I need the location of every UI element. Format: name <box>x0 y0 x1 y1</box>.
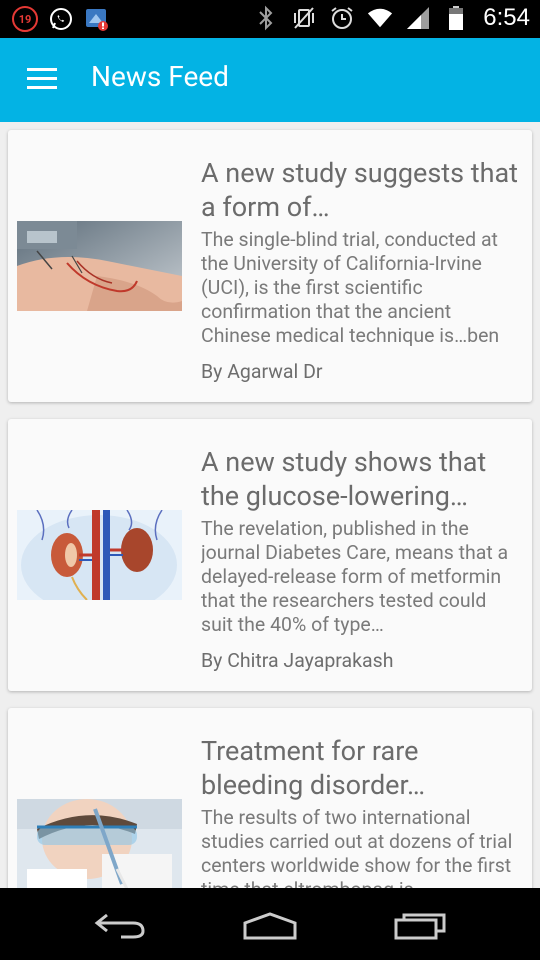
alarm-icon <box>329 5 355 31</box>
article-summary: The revelation, published in the journal… <box>201 517 509 636</box>
status-clock: 6:54 <box>483 4 530 31</box>
status-bar: 19 6:54 <box>0 0 540 38</box>
acupuncture-wrist-photo <box>17 221 182 311</box>
article-summary: The results of two international studies… <box>201 806 513 888</box>
vibrate-icon <box>291 5 317 31</box>
news-card[interactable]: A new study shows that the glucose-lower… <box>8 419 532 691</box>
article-author: By Agarwal Dr <box>201 360 323 383</box>
article-author: By Chitra Jayaprakash <box>201 649 394 672</box>
article-title: A new study shows that the glucose-lower… <box>201 446 487 512</box>
page-title: News Feed <box>91 60 229 93</box>
app-update-icon <box>84 6 110 32</box>
article-title: A new study suggests that a form of… <box>201 157 518 223</box>
home-icon[interactable] <box>235 906 305 946</box>
notification-count-badge: 19 <box>12 6 38 32</box>
news-feed-list[interactable]: A new study suggests that a form of… The… <box>0 122 540 888</box>
bluetooth-icon <box>253 5 279 31</box>
battery-icon <box>443 5 469 31</box>
article-summary: The single-blind trial, conducted at the… <box>201 228 500 347</box>
back-icon[interactable] <box>85 906 155 946</box>
whatsapp-icon <box>48 6 74 32</box>
signal-icon <box>405 5 431 31</box>
system-nav-bar <box>0 888 540 960</box>
kidneys-illustration <box>17 510 182 600</box>
news-card[interactable]: Treatment for rare bleeding disorder… Th… <box>8 708 532 888</box>
article-title: Treatment for rare bleeding disorder… <box>201 735 426 801</box>
news-card[interactable]: A new study suggests that a form of… The… <box>8 130 532 402</box>
app-bar: News Feed <box>0 38 540 122</box>
lab-researcher-photo <box>17 799 182 888</box>
recents-icon[interactable] <box>385 906 455 946</box>
hamburger-menu-icon[interactable] <box>27 68 57 90</box>
wifi-icon <box>367 5 393 31</box>
